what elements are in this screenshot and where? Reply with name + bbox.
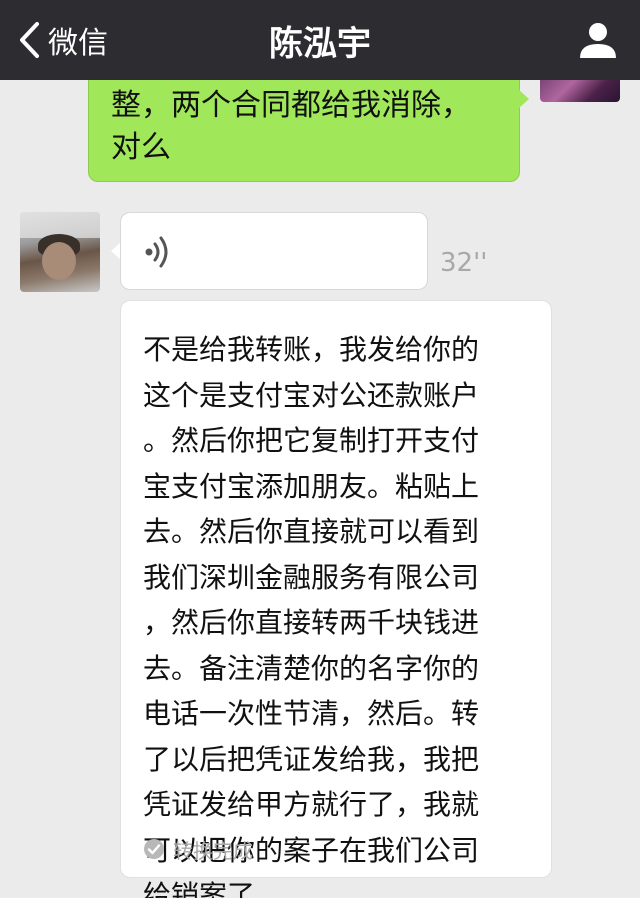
contact-avatar[interactable] <box>20 212 100 292</box>
transcript-line: 不是给我转账，我发给你的 <box>143 333 480 366</box>
navigation-bar: 微信 陈泓宇 <box>0 0 640 80</box>
outgoing-line: 对么 <box>111 130 171 165</box>
profile-button[interactable] <box>578 20 618 60</box>
transcript-line: 我们深圳金融服务有限公司 <box>143 560 480 594</box>
voice-duration: 32'' <box>440 248 488 278</box>
outgoing-message-bubble[interactable]: 整，两个合同都给我消除， 对么 <box>88 80 520 182</box>
outgoing-line: 整，两个合同都给我消除， <box>111 88 471 123</box>
transcript-line: 宝支付宝添加朋友。粘贴上 <box>143 469 480 503</box>
my-avatar[interactable] <box>540 80 620 102</box>
transcript-line: 凭证发给甲方就行了，我就 <box>143 788 480 821</box>
transcript-text: 不是给我转账，我发给你的 这个是支付宝对公还款账户 。然后你把它复制打开支付 宝… <box>143 327 539 898</box>
transcript-line: 电话一次性节清，然后。转 <box>143 697 480 730</box>
conversion-status-label: 转换完成 <box>173 838 253 863</box>
conversion-status: 转换完成 <box>143 835 253 863</box>
voice-transcript-bubble[interactable]: 不是给我转账，我发给你的 这个是支付宝对公还款账户 。然后你把它复制打开支付 宝… <box>120 300 552 898</box>
transcript-line: 给销案了。 <box>143 879 284 898</box>
transcript-line: 。然后你把它复制打开支付 <box>143 424 480 457</box>
transcript-line: 这个是支付宝对公还款账户 <box>143 378 480 412</box>
transcript-line: 去。备注清楚你的名字你的 <box>143 651 480 685</box>
chat-title: 陈泓宇 <box>269 23 371 64</box>
check-circle-icon <box>144 839 164 859</box>
person-icon <box>580 23 616 58</box>
transcript-line: 了以后把凭证发给我，我把 <box>143 742 480 776</box>
voice-wave-icon <box>145 236 168 268</box>
chat-area[interactable]: 整，两个合同都给我消除， 对么 32'' 不是给我转账，我发给你的 这个是支付宝… <box>0 80 640 898</box>
voice-message-bubble[interactable] <box>120 212 428 290</box>
transcript-line: ，然后你直接转两千块钱进 <box>143 606 480 639</box>
outgoing-bubble-tail <box>519 90 529 108</box>
transcript-line: 去。然后你直接就可以看到 <box>143 515 480 548</box>
